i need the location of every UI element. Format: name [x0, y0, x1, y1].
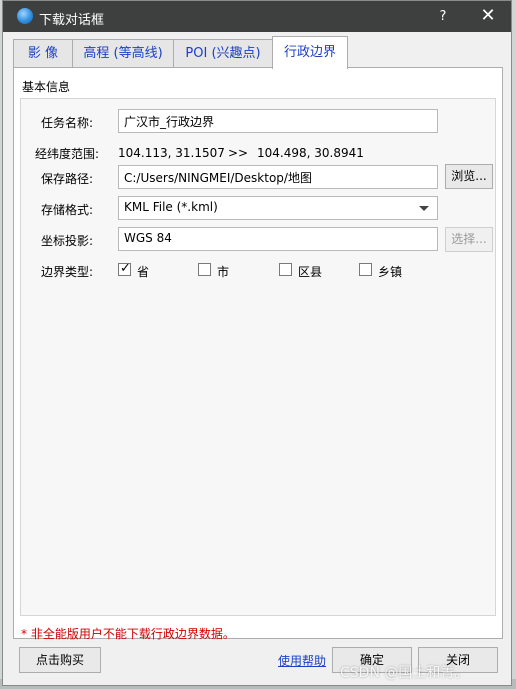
tab-admin-boundary[interactable]: 行政边界 — [272, 36, 348, 69]
task-name-input[interactable]: 广汉市_行政边界 — [118, 109, 438, 133]
watermark-text: CSDN @国土和箐。 — [340, 665, 469, 681]
province-label: 省 — [137, 265, 150, 279]
download-dialog: 下载对话框 ? ✕ 影 像 高程 (等高线) POI (兴趣点) 行政边界 基本… — [2, 0, 512, 686]
basic-info-group: 任务名称: 广汉市_行政边界 经纬度范围: 104.113, 31.1507 >… — [20, 98, 496, 616]
township-checkbox[interactable] — [359, 263, 372, 276]
close-icon[interactable]: ✕ — [474, 4, 502, 28]
boundary-type-label: 边界类型: — [41, 265, 94, 279]
save-path-label: 保存路径: — [41, 172, 94, 186]
city-checkbox[interactable] — [198, 263, 211, 276]
format-select[interactable]: KML File (*.kml) — [118, 196, 438, 220]
county-label: 区县 — [298, 265, 323, 279]
projection-input[interactable]: WGS 84 — [118, 227, 438, 251]
basic-info-label: 基本信息 — [22, 80, 71, 94]
globe-app-icon — [17, 8, 33, 24]
save-path-input[interactable]: C:/Users/NINGMEI/Desktop/地图 — [118, 165, 438, 189]
tab-bar: 影 像 高程 (等高线) POI (兴趣点) 行政边界 — [13, 36, 501, 69]
tab-imagery[interactable]: 影 像 — [13, 39, 73, 68]
check-icon: ✓ — [120, 261, 131, 276]
tab-panel: 基本信息 任务名称: 广汉市_行政边界 经纬度范围: 104.113, 31.1… — [13, 67, 503, 639]
tab-elevation[interactable]: 高程 (等高线) — [72, 39, 174, 68]
help-button[interactable]: ? — [433, 7, 453, 27]
help-link[interactable]: 使用帮助 — [278, 652, 326, 669]
range-end: 104.498, 30.8941 — [257, 146, 364, 160]
township-label: 乡镇 — [378, 265, 403, 279]
window-title: 下载对话框 — [39, 13, 105, 28]
chevron-down-icon — [419, 206, 429, 211]
city-label: 市 — [217, 265, 230, 279]
county-checkbox[interactable] — [279, 263, 292, 276]
projection-label: 坐标投影: — [41, 234, 94, 248]
title-bar: 下载对话框 ? ✕ — [3, 1, 511, 32]
range-arrow: >> — [228, 146, 249, 160]
province-checkbox[interactable]: ✓ — [118, 261, 131, 276]
range-start: 104.113, 31.1507 — [118, 146, 225, 160]
format-value: KML File (*.kml) — [124, 200, 218, 214]
task-name-label: 任务名称: — [41, 116, 94, 130]
range-label: 经纬度范围: — [35, 147, 100, 161]
tab-poi[interactable]: POI (兴趣点) — [173, 39, 273, 68]
browse-button[interactable]: 浏览... — [445, 164, 493, 189]
buy-button[interactable]: 点击购买 — [19, 647, 101, 673]
format-label: 存储格式: — [41, 203, 94, 217]
select-projection-button[interactable]: 选择... — [445, 227, 493, 252]
warning-text: * 非全能版用户不能下载行政边界数据。 — [21, 627, 235, 641]
